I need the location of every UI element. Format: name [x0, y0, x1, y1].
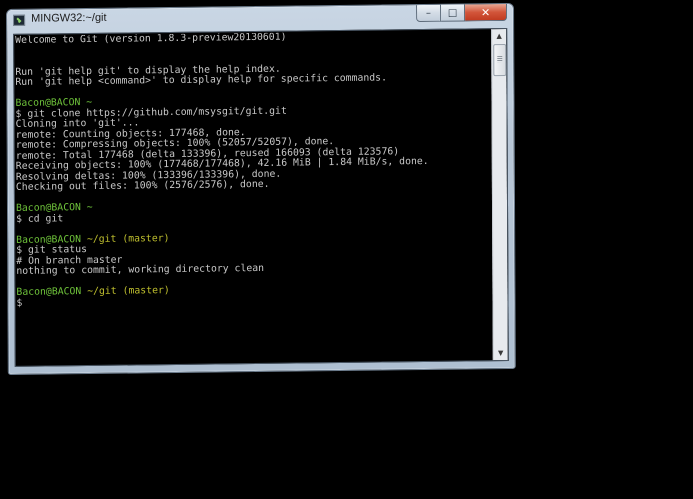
- desktop-background: MINGW32:~/git – □ ✕ Welcome to Git (vers…: [0, 0, 693, 499]
- mingw-app-icon[interactable]: [13, 14, 26, 26]
- caption-buttons: – □ ✕: [416, 3, 508, 23]
- terminal-output[interactable]: Welcome to Git (version 1.8.3-preview201…: [15, 30, 493, 365]
- prompt-user-host: Bacon@BACON: [16, 286, 88, 298]
- terminal-text: $: [16, 297, 23, 309]
- terminal-window: MINGW32:~/git – □ ✕ Welcome to Git (vers…: [6, 2, 516, 376]
- prompt-path-branch: ~/git (master): [86, 232, 170, 245]
- terminal-text: nothing to commit, working directory cle…: [16, 262, 265, 277]
- terminal-text: $ cd git: [16, 212, 64, 225]
- title-bar[interactable]: MINGW32:~/git – □ ✕: [7, 3, 513, 32]
- terminal-client-area[interactable]: Welcome to Git (version 1.8.3-preview201…: [13, 27, 509, 367]
- terminal-text: Checking out files: 100% (2576/2576), do…: [15, 178, 270, 193]
- minimize-button[interactable]: –: [416, 4, 442, 23]
- vertical-scrollbar[interactable]: ▲ ▼: [491, 29, 508, 361]
- close-button[interactable]: ✕: [465, 3, 508, 22]
- maximize-button[interactable]: □: [441, 4, 466, 22]
- scrollbar-thumb[interactable]: [493, 44, 507, 77]
- scroll-up-arrow-icon[interactable]: ▲: [492, 29, 506, 43]
- scroll-down-arrow-icon[interactable]: ▼: [494, 346, 508, 360]
- window-title: MINGW32:~/git: [31, 11, 107, 25]
- prompt-path-branch: ~/git (master): [87, 285, 170, 298]
